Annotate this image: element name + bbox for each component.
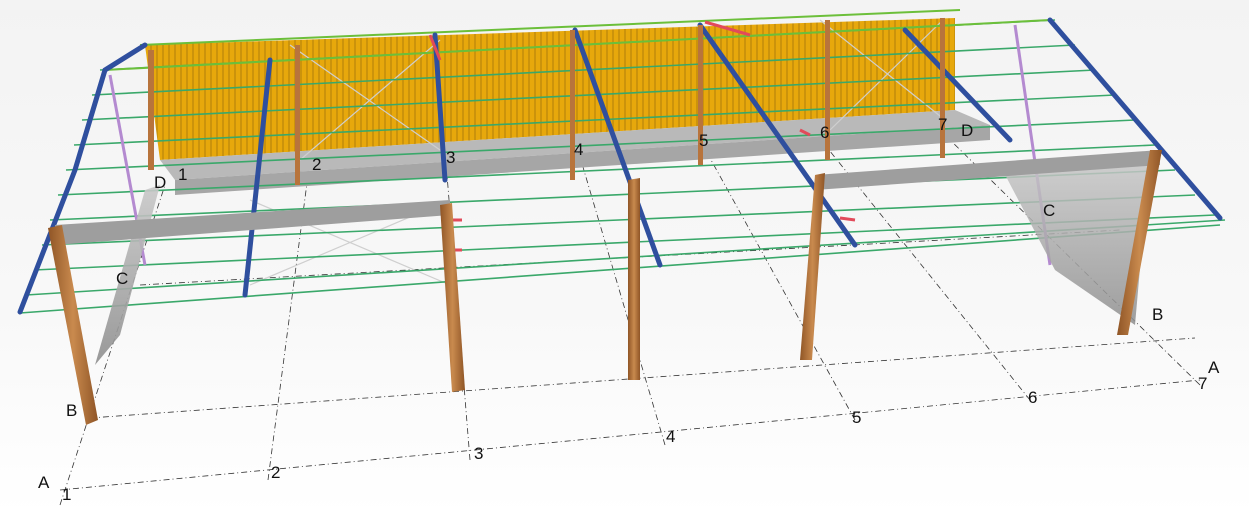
grid-label-c-right: C <box>1043 201 1055 220</box>
grid-label-d-right: D <box>961 121 973 140</box>
grid-label-back-2: 2 <box>312 155 321 174</box>
grid-label-b-right: B <box>1152 305 1163 324</box>
grid-label-back-6: 6 <box>820 123 829 142</box>
3d-model-viewport[interactable]: A A B B C C D D 1 2 3 4 5 6 7 1 2 3 4 5 … <box>0 0 1249 515</box>
grid-label-back-5: 5 <box>699 131 708 150</box>
grid-label-ground-5: 5 <box>852 408 861 427</box>
grid-label-ground-6: 6 <box>1028 388 1037 407</box>
grid-label-ground-3: 3 <box>474 444 483 463</box>
grid-label-ground-2: 2 <box>271 463 280 482</box>
grid-label-a-right: A <box>1208 358 1220 377</box>
grid-label-c-left: C <box>116 269 128 288</box>
grid-label-d-left: D <box>154 173 166 192</box>
grid-label-back-1: 1 <box>178 165 187 184</box>
grid-label-ground-1: 1 <box>62 485 71 504</box>
grid-label-ground-4: 4 <box>666 427 675 446</box>
grid-label-a-front: A <box>38 473 50 492</box>
grid-label-back-3: 3 <box>446 148 455 167</box>
grid-label-b-left: B <box>66 401 77 420</box>
grid-label-back-4: 4 <box>574 140 583 159</box>
grid-label-back-7: 7 <box>938 115 947 134</box>
grid-label-ground-7: 7 <box>1198 374 1207 393</box>
